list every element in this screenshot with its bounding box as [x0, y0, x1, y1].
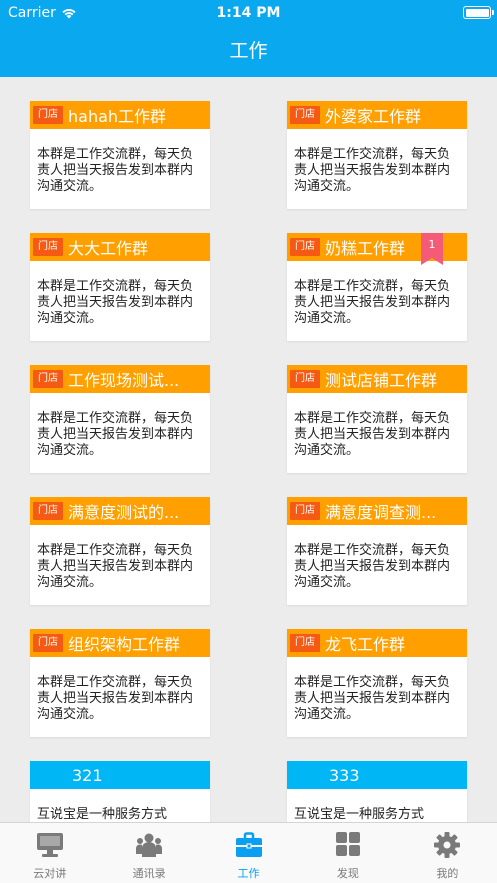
group-card-header: 门店 大大工作群 [30, 233, 210, 261]
group-description: 本群是工作交流群，每天负责人把当天报告发到本群内沟通交流。 [37, 675, 194, 722]
group-card-header: 门店 满意度调查测... [287, 497, 467, 525]
group-card-header: 门店 龙飞工作群 [287, 629, 467, 657]
group-name: 外婆家工作群 [325, 107, 422, 126]
store-tag: 门店 [290, 634, 320, 652]
store-tag: 门店 [290, 106, 320, 124]
group-name: 大大工作群 [68, 239, 149, 258]
tab-discover[interactable]: 发现 [298, 823, 397, 883]
group-card[interactable]: 门店 龙飞工作群 本群是工作交流群，每天负责人把当天报告发到本群内沟通交流。 [287, 629, 467, 737]
tab-me[interactable]: 我的 [398, 823, 497, 883]
service-group-card[interactable]: 333 互说宝是一种服务方式 [287, 761, 467, 831]
group-description: 本群是工作交流群，每天负责人把当天报告发到本群内沟通交流。 [37, 147, 194, 194]
group-description: 本群是工作交流群，每天负责人把当天报告发到本群内沟通交流。 [37, 543, 194, 590]
group-card-header: 门店 hahah工作群 [30, 101, 210, 129]
group-description: 本群是工作交流群，每天负责人把当天报告发到本群内沟通交流。 [294, 411, 451, 458]
service-group-card[interactable]: 321 互说宝是一种服务方式 [30, 761, 210, 831]
group-name: hahah工作群 [68, 107, 167, 126]
group-card-header: 门店 外婆家工作群 [287, 101, 467, 129]
status-bar: Carrier 1:14 PM [0, 0, 497, 26]
group-name: 龙飞工作群 [325, 635, 406, 654]
group-card[interactable]: 门店 工作现场测试... 本群是工作交流群，每天负责人把当天报告发到本群内沟通交… [30, 365, 210, 473]
group-description: 本群是工作交流群，每天负责人把当天报告发到本群内沟通交流。 [294, 543, 451, 590]
store-tag: 门店 [33, 634, 63, 652]
tab-intercom[interactable]: 云对讲 [0, 823, 99, 883]
group-card[interactable]: 门店 外婆家工作群 本群是工作交流群，每天负责人把当天报告发到本群内沟通交流。 [287, 101, 467, 209]
group-card[interactable]: 门店 组织架构工作群 本群是工作交流群，每天负责人把当天报告发到本群内沟通交流。 [30, 629, 210, 737]
group-description: 本群是工作交流群，每天负责人把当天报告发到本群内沟通交流。 [294, 675, 451, 722]
store-tag: 门店 [33, 106, 63, 124]
group-name: 奶糕工作群 [325, 239, 406, 258]
tab-contacts[interactable]: 通讯录 [99, 823, 198, 883]
briefcase-icon [235, 832, 262, 857]
store-tag: 门店 [290, 370, 320, 388]
store-tag: 门店 [33, 238, 63, 256]
tab-label: 工作 [237, 867, 260, 880]
clock: 1:14 PM [216, 5, 281, 21]
service-group-description: 互说宝是一种服务方式 [294, 807, 425, 822]
service-group-description: 互说宝是一种服务方式 [37, 807, 168, 822]
service-group-name: 321 [72, 765, 103, 785]
group-card[interactable]: 门店 满意度调查测... 本群是工作交流群，每天负责人把当天报告发到本群内沟通交… [287, 497, 467, 605]
store-tag: 门店 [33, 370, 63, 388]
group-name: 测试店铺工作群 [325, 371, 438, 390]
store-tag: 门店 [33, 502, 63, 520]
group-card[interactable]: 门店 满意度测试的... 本群是工作交流群，每天负责人把当天报告发到本群内沟通交… [30, 497, 210, 605]
group-card[interactable]: 门店 大大工作群 本群是工作交流群，每天负责人把当天报告发到本群内沟通交流。 [30, 233, 210, 341]
gear-icon [434, 832, 461, 858]
group-card-header: 门店 组织架构工作群 [30, 629, 210, 657]
service-group-name: 333 [329, 765, 360, 785]
group-description: 本群是工作交流群，每天负责人把当天报告发到本群内沟通交流。 [294, 147, 451, 194]
header-bar: Carrier 1:14 PM 工作 [0, 0, 497, 77]
monitor-icon [36, 833, 63, 857]
tab-label: 通讯录 [132, 867, 166, 880]
group-card[interactable]: 门店 奶糕工作群 1 本群是工作交流群，每天负责人把当天报告发到本群内沟通交流。 [287, 233, 467, 341]
group-card-header: 门店 工作现场测试... [30, 365, 210, 393]
tab-label: 发现 [336, 867, 359, 880]
store-tag: 门店 [290, 502, 320, 520]
store-tag: 门店 [290, 238, 320, 256]
tab-label: 我的 [436, 867, 459, 880]
group-name: 工作现场测试... [68, 371, 180, 390]
contacts-icon [136, 833, 163, 857]
group-description: 本群是工作交流群，每天负责人把当天报告发到本群内沟通交流。 [294, 279, 451, 326]
group-name: 满意度测试的... [68, 503, 180, 522]
page-title: 工作 [229, 40, 268, 62]
tab-work[interactable]: 工作 [199, 823, 298, 883]
tab-label: 云对讲 [33, 867, 67, 880]
group-name: 组织架构工作群 [68, 635, 181, 654]
group-card-header: 门店 满意度测试的... [30, 497, 210, 525]
group-card[interactable]: 门店 hahah工作群 本群是工作交流群，每天负责人把当天报告发到本群内沟通交流… [30, 101, 210, 209]
group-card[interactable]: 门店 测试店铺工作群 本群是工作交流群，每天负责人把当天报告发到本群内沟通交流。 [287, 365, 467, 473]
service-card-header: 333 [287, 761, 467, 789]
group-card-header: 门店 测试店铺工作群 [287, 365, 467, 393]
group-description: 本群是工作交流群，每天负责人把当天报告发到本群内沟通交流。 [37, 279, 194, 326]
service-card-header: 321 [30, 761, 210, 789]
group-name: 满意度调查测... [325, 503, 437, 522]
group-description: 本群是工作交流群，每天负责人把当天报告发到本群内沟通交流。 [37, 411, 194, 458]
grid-icon [335, 832, 360, 856]
tab-bar: 云对讲 通讯录 工作 发现 我的 [0, 822, 497, 883]
battery-icon [463, 6, 494, 19]
